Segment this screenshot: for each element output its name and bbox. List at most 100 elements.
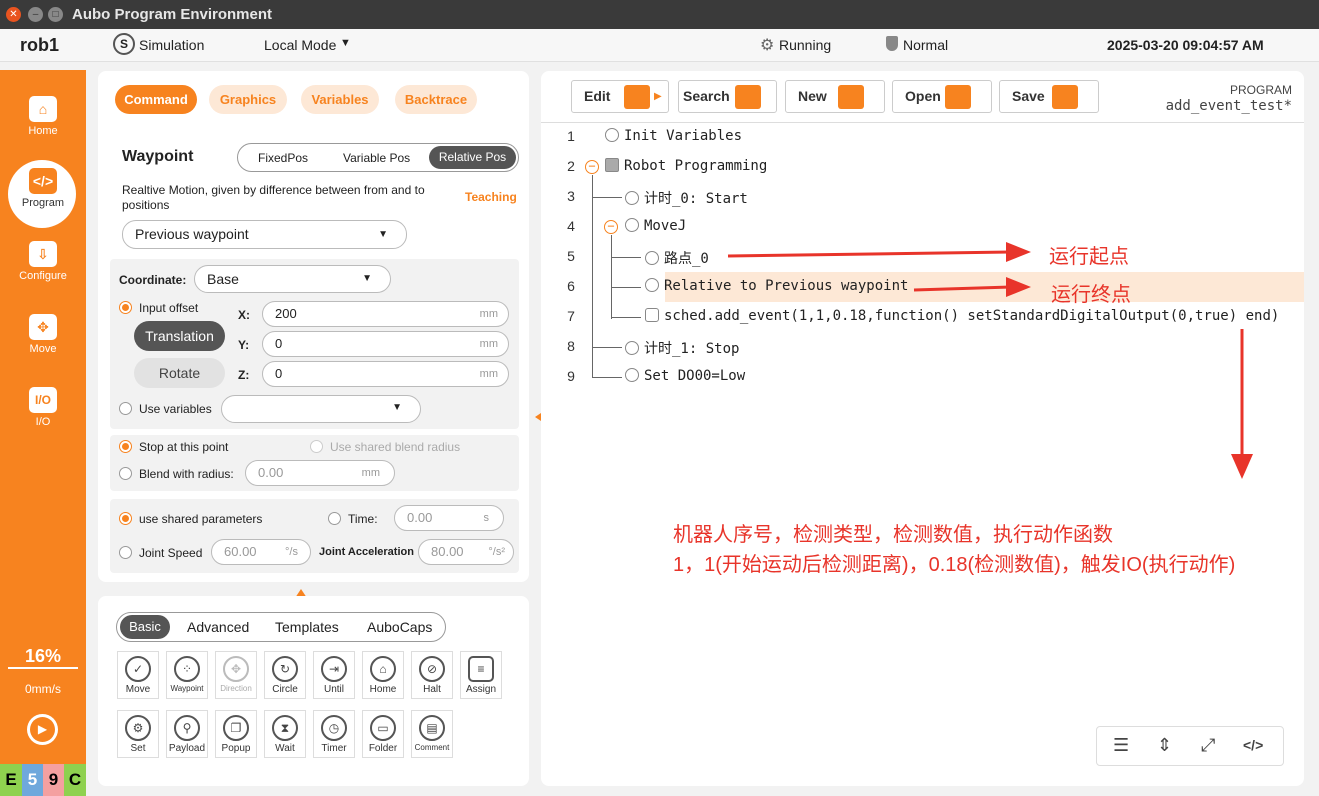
variables-select[interactable]: ▼ <box>221 395 421 423</box>
tab-basic[interactable]: Basic <box>120 615 170 639</box>
direction-icon: ✥ <box>223 656 249 682</box>
annotation-note-2: 1，1(开始运动后检测距离)，0.18(检测数值)，触发IO(执行动作) <box>673 554 1236 576</box>
top-status-bar: rob1 S Simulation Local Mode ▼ ⚙ Running… <box>0 29 1319 62</box>
waypoint-icon: ⁘ <box>174 656 200 682</box>
collapse-all-icon[interactable]: ⇕ <box>1157 735 1172 756</box>
x-label: X: <box>238 308 250 322</box>
payload-icon: ⚲ <box>174 715 200 741</box>
shared-params-label: use shared parameters <box>139 512 263 526</box>
maximize-icon[interactable]: □ <box>48 7 63 22</box>
shared-params-radio[interactable] <box>119 512 132 525</box>
z-input[interactable]: 0 mm <box>262 361 509 387</box>
sidebar-item-io[interactable]: I/O I/O <box>0 387 86 447</box>
blend-radius-input[interactable]: 0.00 mm <box>245 460 395 486</box>
x-input[interactable]: 200 mm <box>262 301 509 327</box>
tool-circle[interactable]: ↻ Circle <box>264 651 306 699</box>
tool-home[interactable]: ⌂ Home <box>362 651 404 699</box>
tab-aubocaps[interactable]: AuboCaps <box>367 619 432 635</box>
blend-radius-radio[interactable] <box>119 467 132 480</box>
tool-comment[interactable]: ▤ Comment <box>411 710 453 758</box>
code-icon: </> <box>29 168 57 194</box>
tool-popup[interactable]: ❐ Popup <box>215 710 257 758</box>
tool-until[interactable]: ⇥ Until <box>313 651 355 699</box>
joint-accel-input[interactable]: 80.00 °/s² <box>418 539 514 565</box>
tool-wait[interactable]: ⧗ Wait <box>264 710 306 758</box>
play-button[interactable]: ▶ <box>27 714 58 745</box>
code-view-icon[interactable]: </> <box>1243 737 1263 753</box>
toolbox-panel: Basic Advanced Templates AuboCaps ✓ Move … <box>98 596 529 786</box>
tab-advanced[interactable]: Advanced <box>187 619 249 635</box>
tool-direction[interactable]: ✥ Direction <box>215 651 257 699</box>
annotation-arrows <box>727 242 1253 479</box>
status-letter-9: 9 <box>43 764 64 796</box>
input-offset-radio[interactable] <box>119 301 132 314</box>
shield-icon <box>886 36 898 51</box>
time-radio[interactable] <box>328 512 341 525</box>
robot-home-icon: ⌂ <box>370 656 396 682</box>
description-text: Realtive Motion, given by difference bet… <box>122 183 425 212</box>
time-label: Time: <box>348 512 378 526</box>
tab-variables[interactable]: Variables <box>301 85 379 114</box>
shared-blend-radio[interactable] <box>310 440 323 453</box>
sidebar-item-label: Home <box>28 125 58 137</box>
sidebar-item-label: I/O <box>35 416 51 428</box>
tool-move[interactable]: ✓ Move <box>117 651 159 699</box>
simulation-icon: S <box>113 33 135 55</box>
waypoint-select[interactable]: Previous waypoint ▼ <box>122 220 407 249</box>
y-input[interactable]: 0 mm <box>262 331 509 357</box>
input-offset-label: Input offset <box>139 301 199 315</box>
speed-percent: 16% <box>24 646 62 666</box>
coordinate-select[interactable]: Base ▼ <box>194 265 391 293</box>
rotate-button[interactable]: Rotate <box>134 358 225 388</box>
tool-timer[interactable]: ◷ Timer <box>313 710 355 758</box>
time-input[interactable]: 0.00 s <box>394 505 504 531</box>
stop-at-point-radio[interactable] <box>119 440 132 453</box>
status-letter-e: E <box>0 764 22 796</box>
tool-waypoint[interactable]: ⁘ Waypoint <box>166 651 208 699</box>
y-label: Y: <box>238 338 250 352</box>
sidebar-item-configure[interactable]: ⇩ Configure <box>0 241 86 301</box>
tab-backtrace[interactable]: Backtrace <box>395 85 477 114</box>
list-sort-icon[interactable]: ☰ <box>1113 735 1129 756</box>
joint-speed-input[interactable]: 60.00 °/s <box>211 539 311 565</box>
use-variables-label: Use variables <box>139 402 212 416</box>
close-icon[interactable]: ✕ <box>6 7 21 22</box>
tab-command[interactable]: Command <box>115 85 197 114</box>
translation-button[interactable]: Translation <box>134 321 225 351</box>
io-icon: I/O <box>29 387 57 413</box>
annotation-end: 运行终点 <box>1051 284 1131 306</box>
tab-variable-pos[interactable]: Variable Pos <box>343 151 410 165</box>
tool-set[interactable]: ⚙ Set <box>117 710 159 758</box>
sidebar-item-home[interactable]: ⌂ Home <box>0 96 86 156</box>
tab-templates[interactable]: Templates <box>275 619 339 635</box>
blend-radius-label: Blend with radius: <box>139 467 234 481</box>
datetime: 2025-03-20 09:04:57 AM <box>1107 37 1264 53</box>
sidebar-item-program[interactable]: </> Program <box>0 160 86 228</box>
comment-icon: ▤ <box>419 715 445 741</box>
tool-folder[interactable]: ▭ Folder <box>362 710 404 758</box>
chevron-down-icon[interactable]: ▼ <box>340 37 351 49</box>
safety-status: Normal <box>903 37 949 53</box>
tool-halt[interactable]: ⊘ Halt <box>411 651 453 699</box>
joint-accel-label: Joint Acceleration <box>319 546 414 558</box>
use-variables-radio[interactable] <box>119 402 132 415</box>
command-panel: Command Graphics Variables Backtrace Way… <box>98 71 529 582</box>
circle-icon: ↻ <box>272 656 298 682</box>
local-mode-dropdown[interactable]: Local Mode <box>264 37 336 53</box>
sidebar-item-move[interactable]: ✥ Move <box>0 314 86 374</box>
joint-speed-radio[interactable] <box>119 546 132 559</box>
teaching-link[interactable]: Teaching <box>465 190 517 204</box>
expand-icon[interactable]: ⤢ <box>1201 735 1215 756</box>
tab-graphics[interactable]: Graphics <box>209 85 287 114</box>
speed-mms: 0mm/s <box>25 682 61 696</box>
chevron-down-icon: ▼ <box>378 229 388 240</box>
minimize-icon[interactable]: – <box>28 7 43 22</box>
tool-assign[interactable]: ≡ Assign <box>460 651 502 699</box>
download-icon: ⇩ <box>29 241 57 267</box>
halt-icon: ⊘ <box>419 656 445 682</box>
tab-relative-pos[interactable]: Relative Pos <box>429 146 516 169</box>
tool-payload[interactable]: ⚲ Payload <box>166 710 208 758</box>
editor-tools: ☰ ⇕ ⤢ </> <box>1096 726 1284 766</box>
robot-name: rob1 <box>20 35 60 55</box>
tab-fixedpos[interactable]: FixedPos <box>258 151 308 165</box>
